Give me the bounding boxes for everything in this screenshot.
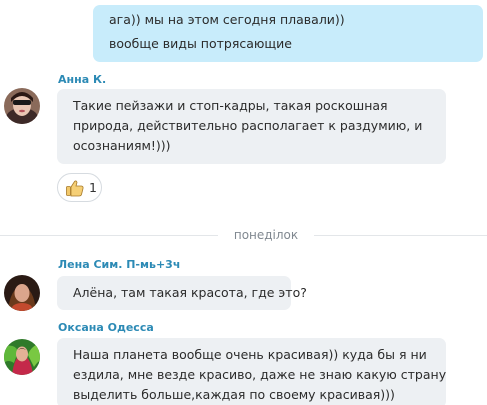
message-line: Такие пейзажи и стоп-кадры, такая роскош… xyxy=(73,98,388,113)
avatar-photo xyxy=(4,88,40,124)
reaction-count: 1 xyxy=(89,180,97,195)
avatar-anna[interactable] xyxy=(4,88,40,124)
day-separator-label: понеділок xyxy=(233,228,299,242)
sender-name[interactable]: Анна К. xyxy=(58,73,106,86)
avatar-photo xyxy=(4,339,40,375)
incoming-message-bubble[interactable]: Такие пейзажи и стоп-кадры, такая роскош… xyxy=(57,89,446,164)
incoming-message-bubble[interactable]: Наша планета вообще очень красивая)) куд… xyxy=(57,338,446,405)
message-line: ага)) мы на этом сегодня плавали)) xyxy=(109,12,345,27)
message-line: ездила, мне везде красиво, даже не знаю … xyxy=(73,367,447,382)
message-line: выделить больше,каждая по своему красива… xyxy=(73,387,395,402)
avatar-lena[interactable] xyxy=(4,275,40,311)
message-line: осознаниям!))) xyxy=(73,138,171,153)
message-line: вообще виды потрясающие xyxy=(109,36,292,51)
thumbs-up-icon xyxy=(66,180,84,197)
avatar-oksana[interactable] xyxy=(4,339,40,375)
outgoing-message-bubble[interactable]: ага)) мы на этом сегодня плавали)) вообщ… xyxy=(93,5,483,62)
avatar-photo xyxy=(4,275,40,311)
day-separator-line-right xyxy=(314,235,487,236)
message-line: природа, действительно располагает к раз… xyxy=(73,118,423,133)
incoming-message-bubble[interactable]: Алёна, там такая красота, где это? xyxy=(57,276,307,310)
day-separator-line-left xyxy=(0,235,218,236)
message-line: Алёна, там такая красота, где это? xyxy=(73,285,307,300)
reaction-chip[interactable]: 1 xyxy=(57,173,102,202)
sender-name[interactable]: Лена Сим. П-мь+3ч xyxy=(58,258,180,271)
sender-name[interactable]: Оксана Одесса xyxy=(58,321,154,334)
message-line: Наша планета вообще очень красивая)) куд… xyxy=(73,347,427,362)
